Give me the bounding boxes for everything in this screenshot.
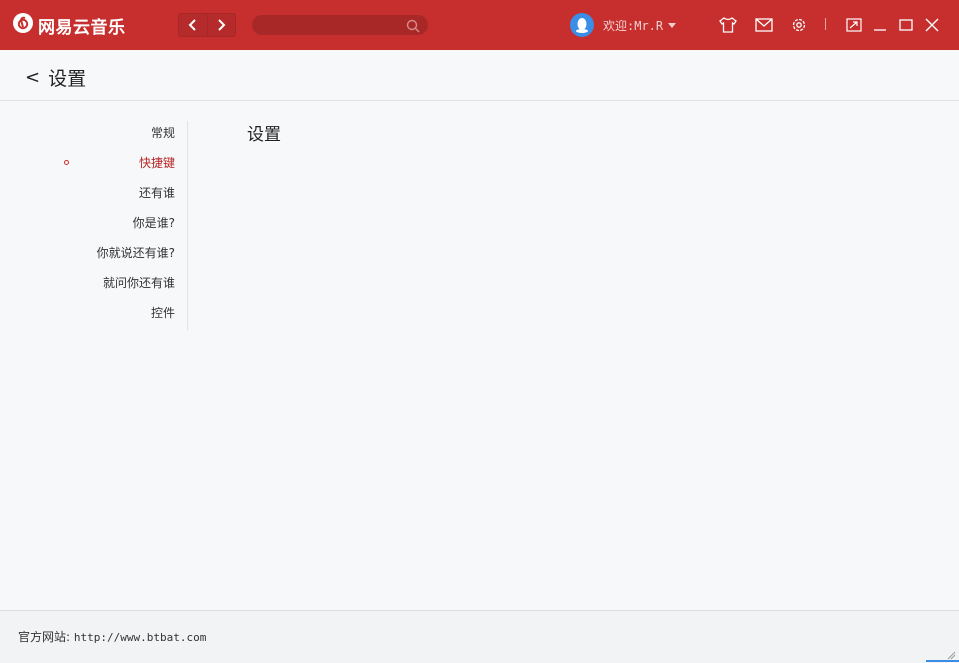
mail-icon[interactable] (755, 16, 773, 34)
sidebar-item-who-else[interactable]: 还有谁 (139, 183, 175, 203)
toolbar-divider (825, 18, 826, 30)
app-logo[interactable]: 网易云音乐 (12, 12, 126, 38)
page-title: 设置 (48, 68, 87, 90)
back-nav-button[interactable] (179, 14, 207, 36)
mini-mode-icon[interactable] (845, 16, 863, 34)
title-bar: 网易云音乐 欢迎:Mr.R (0, 0, 959, 50)
search-input[interactable] (262, 15, 402, 35)
close-icon[interactable] (923, 16, 941, 34)
website-link[interactable]: http://www.btbat.com (74, 631, 206, 644)
section-title: 设置 (247, 125, 281, 145)
sidebar-item-say-who-else[interactable]: 你就说还有谁? (97, 243, 175, 263)
caret-down-icon[interactable] (668, 22, 677, 28)
gear-icon[interactable] (790, 16, 808, 34)
chevron-left-icon (188, 19, 196, 31)
search-box (252, 15, 428, 35)
back-arrow-icon: < (25, 67, 41, 88)
welcome-text: 欢迎:Mr.R (603, 18, 664, 33)
sidebar-item-shortcuts[interactable]: 快捷键 (139, 153, 175, 173)
sidebar-item-ask-who-else[interactable]: 就问你还有谁 (103, 273, 175, 293)
resize-grip-icon[interactable] (946, 650, 956, 660)
forward-nav-button[interactable] (206, 14, 236, 36)
page-header: < 设置 (0, 50, 959, 101)
footer: 官方网站: http://www.btbat.com (0, 610, 959, 663)
settings-sidebar: 常规 快捷键 还有谁 你是谁? 你就说还有谁? 就问你还有谁 控件 (0, 121, 188, 330)
skin-icon[interactable] (719, 16, 737, 34)
history-nav (178, 13, 236, 37)
app-name: 网易云音乐 (38, 17, 126, 38)
sidebar-item-who-are-you[interactable]: 你是谁? (133, 213, 175, 233)
maximize-icon[interactable] (897, 16, 915, 34)
footer-website: 官方网站: http://www.btbat.com (18, 628, 206, 645)
sidebar-item-controls[interactable]: 控件 (151, 303, 175, 323)
chevron-right-icon (218, 19, 226, 31)
netease-logo-icon (12, 12, 34, 38)
user-menu[interactable]: 欢迎:Mr.R (570, 13, 677, 37)
footer-label: 官方网站: (18, 630, 71, 644)
avatar[interactable] (570, 13, 594, 37)
minimize-icon[interactable] (871, 16, 889, 34)
qq-penguin-icon (576, 18, 588, 33)
search-icon[interactable] (406, 18, 420, 37)
back-button[interactable]: < 设置 (25, 64, 86, 91)
sidebar-item-general[interactable]: 常规 (151, 123, 175, 143)
active-indicator-dot (64, 160, 69, 165)
